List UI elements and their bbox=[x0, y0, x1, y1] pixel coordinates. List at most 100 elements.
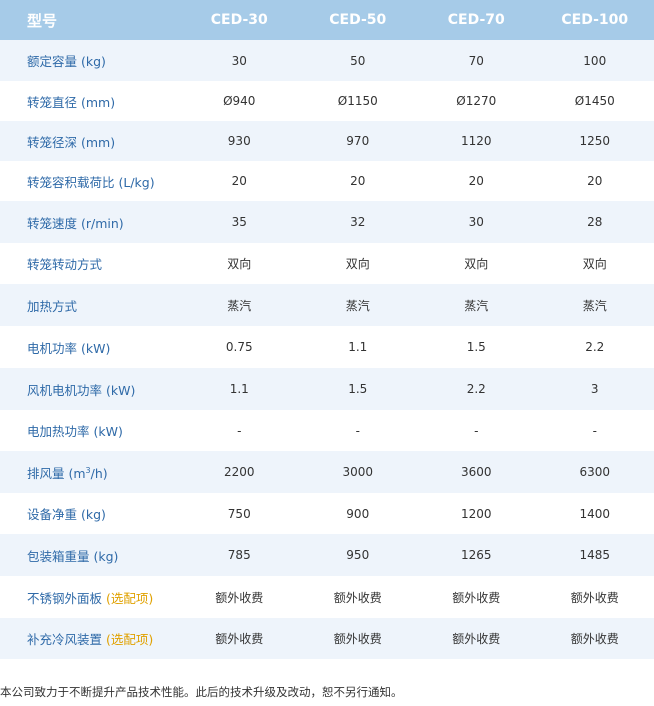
table-cell: 双向 bbox=[227, 257, 252, 271]
table-row: 风机电机功率 (kW) 1.1 1.5 2.2 3 bbox=[0, 368, 654, 410]
table-row: 排风量 (m3/h) 2200 3000 3600 6300 bbox=[0, 451, 654, 493]
table-cell: 1.5 bbox=[348, 382, 368, 396]
table-cell: 20 bbox=[231, 174, 247, 188]
table-cell: 双向 bbox=[345, 257, 370, 271]
table-cell: Ø1270 bbox=[456, 94, 497, 108]
row-label: 加热方式 bbox=[0, 284, 180, 326]
table-cell: 2.2 bbox=[466, 382, 486, 396]
table-cell: 额外收费 bbox=[215, 590, 264, 605]
row-label: 不锈钢外面板 (选配项) bbox=[0, 576, 180, 618]
row-label: 转笼直径 (mm) bbox=[0, 81, 180, 121]
table-row: 转笼速度 (r/min) 35 32 30 28 bbox=[0, 201, 654, 243]
row-label-text: 转笼转动方式 bbox=[27, 257, 103, 272]
table-cell: 1265 bbox=[460, 548, 492, 562]
table-cell: 750 bbox=[227, 506, 251, 521]
table-cell: 100 bbox=[583, 53, 607, 68]
table-cell: 930 bbox=[227, 134, 251, 148]
table-row: 转笼直径 (mm) Ø940 Ø1150 Ø1270 Ø1450 bbox=[0, 81, 654, 121]
table-row: 包装箱重量 (kg) 785 950 1265 1485 bbox=[0, 534, 654, 576]
table-cell: 蒸汽 bbox=[582, 298, 607, 313]
table-cell: 1120 bbox=[460, 134, 492, 148]
row-label-text: 转笼径深 (mm) bbox=[27, 134, 116, 150]
table-cell: 970 bbox=[346, 134, 370, 148]
table-cell: - bbox=[237, 423, 242, 438]
table-cell: 额外收费 bbox=[452, 632, 501, 646]
header-model: 型号 bbox=[27, 11, 58, 30]
row-label-text: 风机电机功率 (kW) bbox=[27, 382, 136, 398]
row-label: 包装箱重量 (kg) bbox=[0, 534, 180, 576]
table-row: 不锈钢外面板 (选配项) 额外收费 额外收费 额外收费 额外收费 bbox=[0, 576, 654, 618]
row-label: 电机功率 (kW) bbox=[0, 326, 180, 368]
optional-tag: (选配项) bbox=[106, 590, 154, 606]
table-cell: 1485 bbox=[579, 548, 611, 562]
table-row: 转笼转动方式 双向 双向 双向 双向 bbox=[0, 243, 654, 284]
table-cell: 1250 bbox=[579, 134, 611, 148]
table-row: 设备净重 (kg) 750 900 1200 1400 bbox=[0, 493, 654, 534]
row-label: 电加热功率 (kW) bbox=[0, 410, 180, 451]
table-cell: 额外收费 bbox=[452, 590, 501, 605]
table-cell: 蒸汽 bbox=[464, 298, 489, 313]
table-row: 电机功率 (kW) 0.75 1.1 1.5 2.2 bbox=[0, 326, 654, 368]
table-cell: 额外收费 bbox=[333, 590, 382, 605]
row-label-text: 设备净重 (kg) bbox=[27, 507, 106, 522]
row-label: 转笼转动方式 bbox=[0, 243, 180, 284]
table-cell: 50 bbox=[350, 53, 366, 68]
row-label-text: 包装箱重量 (kg) bbox=[27, 548, 119, 564]
table-cell: 20 bbox=[350, 174, 366, 188]
header-ced-50: CED-50 bbox=[329, 12, 387, 28]
footnote: 本公司致力于不断提升产品技术性能。此后的技术升级及改动，恕不另行通知。 bbox=[0, 685, 403, 699]
table-cell: 额外收费 bbox=[570, 632, 619, 646]
table-cell: Ø1450 bbox=[574, 94, 615, 108]
table-row: 额定容量 (kg) 30 50 70 100 bbox=[0, 40, 654, 81]
row-label: 风机电机功率 (kW) bbox=[0, 368, 180, 410]
row-label: 转笼容积载荷比 (L/kg) bbox=[0, 161, 180, 201]
table-row: 转笼径深 (mm) 930 970 1120 1250 bbox=[0, 121, 654, 161]
table-cell: 1.5 bbox=[466, 340, 486, 354]
header-ced-70: CED-70 bbox=[447, 12, 505, 28]
table-cell: - bbox=[355, 423, 360, 438]
table-cell: 3 bbox=[590, 382, 599, 396]
row-label-text: 转笼速度 (r/min) bbox=[27, 215, 124, 231]
table-cell: 900 bbox=[346, 506, 370, 521]
table-cell: 2.2 bbox=[585, 340, 605, 354]
spec-table: 型号 CED-30 CED-50 CED-70 CED-100 额定容量 (kg… bbox=[0, 0, 654, 659]
row-label-text: /h) bbox=[90, 465, 108, 481]
table-cell: 3600 bbox=[460, 465, 492, 479]
table-cell: Ø940 bbox=[223, 94, 256, 108]
table-cell: 785 bbox=[227, 548, 251, 562]
table-cell: 1.1 bbox=[229, 382, 249, 396]
table-row: 转笼容积载荷比 (L/kg) 20 20 20 20 bbox=[0, 161, 654, 201]
table-cell: 28 bbox=[587, 215, 603, 229]
table-cell: Ø1150 bbox=[337, 94, 378, 108]
table-row: 补充冷风装置 (选配项) 额外收费 额外收费 额外收费 额外收费 bbox=[0, 618, 654, 659]
table-row: 电加热功率 (kW) - - - - bbox=[0, 410, 654, 451]
optional-tag: (选配项) bbox=[106, 632, 154, 647]
row-label: 额定容量 (kg) bbox=[0, 40, 180, 81]
row-label-text: 电机功率 (kW) bbox=[27, 340, 111, 356]
table-cell: 30 bbox=[468, 215, 484, 229]
table-cell: 额外收费 bbox=[215, 632, 264, 646]
table-cell: 双向 bbox=[582, 257, 607, 271]
row-label-text: 转笼容积载荷比 (L/kg) bbox=[27, 174, 155, 190]
table-cell: 20 bbox=[587, 174, 603, 188]
row-label-text: 补充冷风装置 bbox=[27, 632, 103, 647]
table-cell: 1.1 bbox=[348, 340, 368, 354]
row-label-text: 电加热功率 (kW) bbox=[27, 424, 123, 439]
table-cell: 950 bbox=[346, 548, 370, 562]
row-label: 转笼径深 (mm) bbox=[0, 121, 180, 161]
spec-body: 额定容量 (kg) 30 50 70 100 转笼直径 (mm) Ø940 Ø1150 Ø127… bbox=[0, 40, 654, 659]
table-cell: 32 bbox=[350, 215, 366, 229]
row-label-text: 转笼直径 (mm) bbox=[27, 94, 116, 110]
table-cell: 1200 bbox=[460, 506, 492, 521]
table-cell: 30 bbox=[231, 53, 247, 68]
table-cell: 蒸汽 bbox=[227, 298, 252, 313]
row-label-text: 不锈钢外面板 bbox=[27, 590, 103, 606]
row-label-text: 额定容量 (kg) bbox=[27, 54, 106, 69]
table-cell: 20 bbox=[468, 174, 484, 188]
header-ced-30: CED-30 bbox=[210, 12, 268, 28]
table-cell: 1400 bbox=[579, 506, 611, 521]
table-cell: 双向 bbox=[464, 257, 489, 271]
table-cell: 35 bbox=[231, 215, 247, 229]
header-row: 型号 CED-30 CED-50 CED-70 CED-100 bbox=[0, 0, 654, 40]
table-cell: 6300 bbox=[579, 465, 611, 479]
